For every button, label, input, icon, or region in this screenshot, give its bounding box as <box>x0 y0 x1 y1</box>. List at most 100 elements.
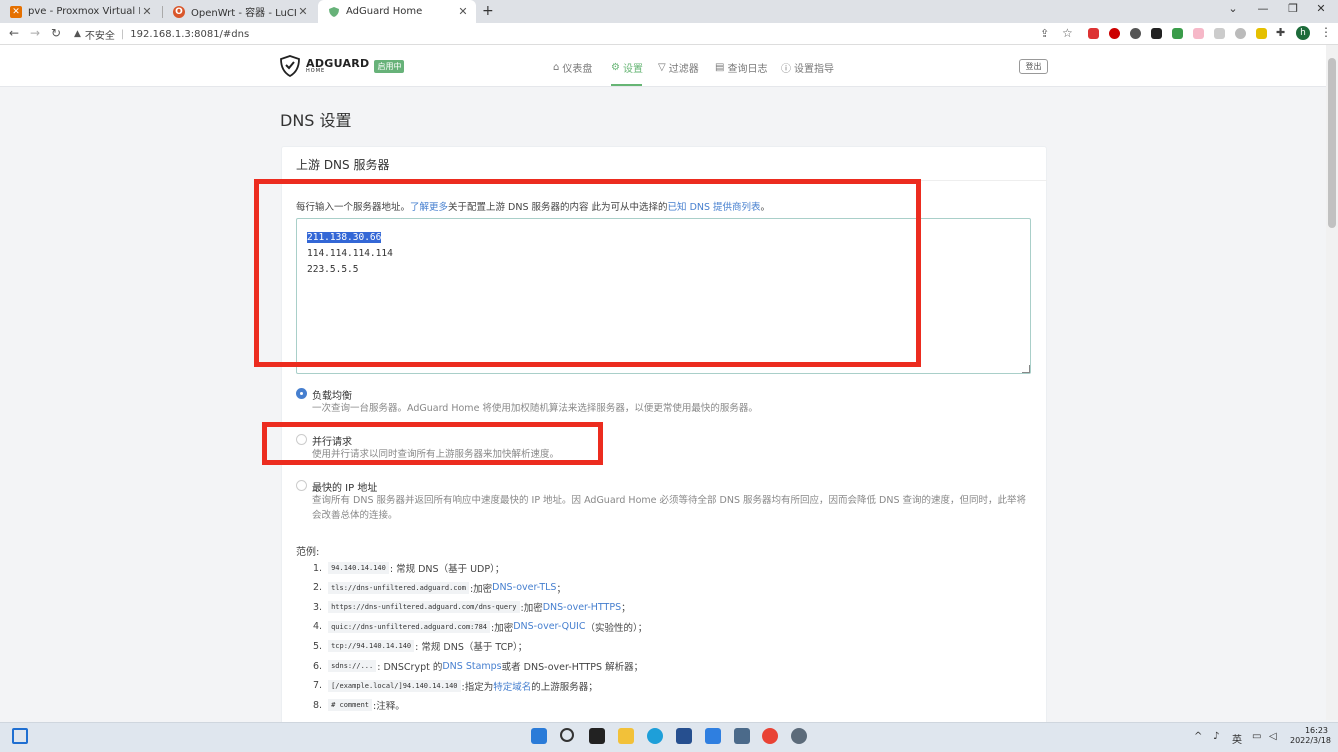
example-text: ； <box>556 583 566 595</box>
extension-icon[interactable] <box>1130 28 1141 39</box>
minimize-icon[interactable]: — <box>1248 2 1278 15</box>
example-code: [/example.local/]94.140.14.140 <box>328 679 461 692</box>
microphone-icon[interactable]: ♪ <box>1213 731 1219 742</box>
nav-query-log[interactable]: ▤ 查询日志 <box>715 60 767 75</box>
address-bar[interactable]: ▲ 不安全 | 192.168.1.3:8081/#dns <box>74 25 1084 43</box>
example-number: 8. <box>313 699 323 711</box>
chrome-icon[interactable] <box>762 728 778 744</box>
close-icon[interactable]: ✕ <box>140 5 154 18</box>
extension-icon[interactable] <box>1214 28 1225 39</box>
example-text: : 常规 DNS（基于 UDP）； <box>389 564 505 575</box>
close-icon[interactable]: ✕ <box>296 5 310 18</box>
example-number: 6. <box>313 660 323 672</box>
extension-icon[interactable] <box>1172 28 1183 39</box>
radio-load-balance[interactable] <box>296 388 307 399</box>
example-code: sdns://... <box>328 660 377 672</box>
settings-icon[interactable] <box>791 728 807 744</box>
extensions-puzzle-icon[interactable]: ✚ <box>1276 26 1285 39</box>
menu-kebab-icon[interactable]: ⋮ <box>1320 25 1332 39</box>
tab-adguard[interactable]: AdGuard Home ✕ <box>318 0 476 23</box>
nav-setup-guide[interactable]: ⓘ 设置指导 <box>781 60 834 75</box>
extension-icon[interactable] <box>1109 28 1120 39</box>
example-text: 的上游服务器； <box>531 681 598 693</box>
nav-settings[interactable]: ⚙ 设置 <box>611 60 643 75</box>
radio-load-balance-label[interactable]: 负载均衡 <box>312 387 352 402</box>
example-text: 或者 DNS-over-HTTPS 解析器； <box>501 662 644 673</box>
close-window-icon[interactable]: ✕ <box>1306 2 1336 15</box>
search-icon[interactable] <box>560 728 574 742</box>
nav-label: 设置 <box>622 63 643 75</box>
browser-toolbar: ← → ↻ ▲ 不安全 | 192.168.1.3:8081/#dns ⇪ ☆ … <box>0 23 1338 45</box>
share-icon[interactable]: ⇪ <box>1040 27 1049 40</box>
example-number: 2. <box>313 582 323 594</box>
example-item: 8. # comment:注释。 <box>313 698 405 712</box>
restore-icon[interactable]: ❐ <box>1278 2 1308 15</box>
start-icon[interactable] <box>531 728 547 744</box>
nav-dashboard[interactable]: ⌂ 仪表盘 <box>553 60 592 75</box>
log-icon: ▤ <box>715 61 725 73</box>
example-text: : 常规 DNS（基于 TCP）； <box>415 642 528 654</box>
forward-icon[interactable]: → <box>27 26 43 40</box>
example-link[interactable]: DNS-over-HTTPS <box>543 602 621 613</box>
example-link[interactable]: DNS-over-TLS <box>492 582 556 593</box>
extension-icon[interactable] <box>1088 28 1099 39</box>
system-clock[interactable]: 16:23 2022/3/18 <box>1290 726 1332 746</box>
example-text: : DNSCrypt 的 <box>377 662 443 673</box>
network-icon[interactable]: ▭ <box>1252 731 1261 742</box>
volume-icon[interactable]: ◁ <box>1269 731 1277 742</box>
example-text: （实验性的）； <box>585 622 648 634</box>
card-title: 上游 DNS 服务器 <box>296 158 390 172</box>
example-number: 4. <box>313 621 323 633</box>
notepad-icon[interactable] <box>734 728 750 744</box>
example-code: https://dns-unfiltered.adguard.com/dns-q… <box>328 601 520 614</box>
edge-icon[interactable] <box>647 728 663 744</box>
example-number: 1. <box>313 562 323 574</box>
profile-avatar[interactable]: h <box>1296 26 1310 40</box>
extension-icon[interactable] <box>1256 28 1267 39</box>
proxmox-icon: ✕ <box>10 5 22 18</box>
file-explorer-icon[interactable] <box>618 728 634 744</box>
example-item: 5. tcp://94.140.14.140: 常规 DNS（基于 TCP）； <box>313 639 527 653</box>
url-text: 192.168.1.3:8081/#dns <box>130 28 250 40</box>
adguard-shield-icon <box>328 5 340 18</box>
task-view-icon[interactable] <box>589 728 605 744</box>
tab-title: pve - Proxmox Virtual Environment <box>28 6 140 17</box>
widgets-icon[interactable] <box>12 728 28 744</box>
extension-icon[interactable] <box>1151 28 1162 39</box>
example-item: 3. https://dns-unfiltered.adguard.com/dns… <box>313 600 631 614</box>
scrollbar-thumb[interactable] <box>1328 58 1336 228</box>
clock-time: 16:23 <box>1304 726 1328 735</box>
example-link[interactable]: DNS Stamps <box>442 661 501 672</box>
example-code: quic://dns-unfiltered.adguard.com:784 <box>328 620 491 633</box>
tab-openwrt[interactable]: O OpenWrt - 容器 - LuCI ✕ <box>163 0 316 23</box>
ime-indicator[interactable]: 英 <box>1232 731 1242 746</box>
radio-fastest-ip[interactable] <box>296 480 307 491</box>
back-icon[interactable]: ← <box>6 26 22 40</box>
example-link[interactable]: DNS-over-QUIC <box>513 621 585 632</box>
radio-fastest-ip-label[interactable]: 最快的 IP 地址 <box>312 479 377 494</box>
new-tab-button[interactable]: + <box>482 3 494 19</box>
example-link[interactable]: 特定域名 <box>493 679 531 693</box>
tray-chevron-icon[interactable]: ^ <box>1194 731 1202 742</box>
example-code: tls://dns-unfiltered.adguard.com <box>328 581 469 594</box>
tab-proxmox[interactable]: ✕ pve - Proxmox Virtual Environment ✕ <box>0 0 160 23</box>
nav-filters[interactable]: ▽ 过滤器 <box>658 60 699 75</box>
reload-icon[interactable]: ↻ <box>48 26 64 40</box>
example-number: 3. <box>313 601 323 613</box>
nav-label: 设置指导 <box>794 63 834 75</box>
adguard-logo[interactable]: ADGUARD HOME 启用中 <box>280 55 405 77</box>
app-icon[interactable] <box>705 728 721 744</box>
example-item: 6. sdns://...: DNSCrypt 的 DNS Stamps 或者 D… <box>313 659 643 673</box>
bookmark-star-icon[interactable]: ☆ <box>1062 26 1073 40</box>
brand-text: ADGUARD HOME <box>306 58 369 74</box>
tab-search-icon[interactable]: ⌄ <box>1218 2 1248 15</box>
logout-button[interactable]: 登出 <box>1019 59 1048 74</box>
close-icon[interactable]: ✕ <box>456 5 470 18</box>
resize-handle[interactable] <box>1022 365 1030 373</box>
extension-icon[interactable] <box>1235 28 1246 39</box>
example-item: 1. 94.140.14.140: 常规 DNS（基于 UDP）； <box>313 561 504 575</box>
extension-icon[interactable] <box>1193 28 1204 39</box>
clock-date: 2022/3/18 <box>1290 736 1332 745</box>
store-icon[interactable] <box>676 728 692 744</box>
example-text: :注释。 <box>373 701 405 713</box>
